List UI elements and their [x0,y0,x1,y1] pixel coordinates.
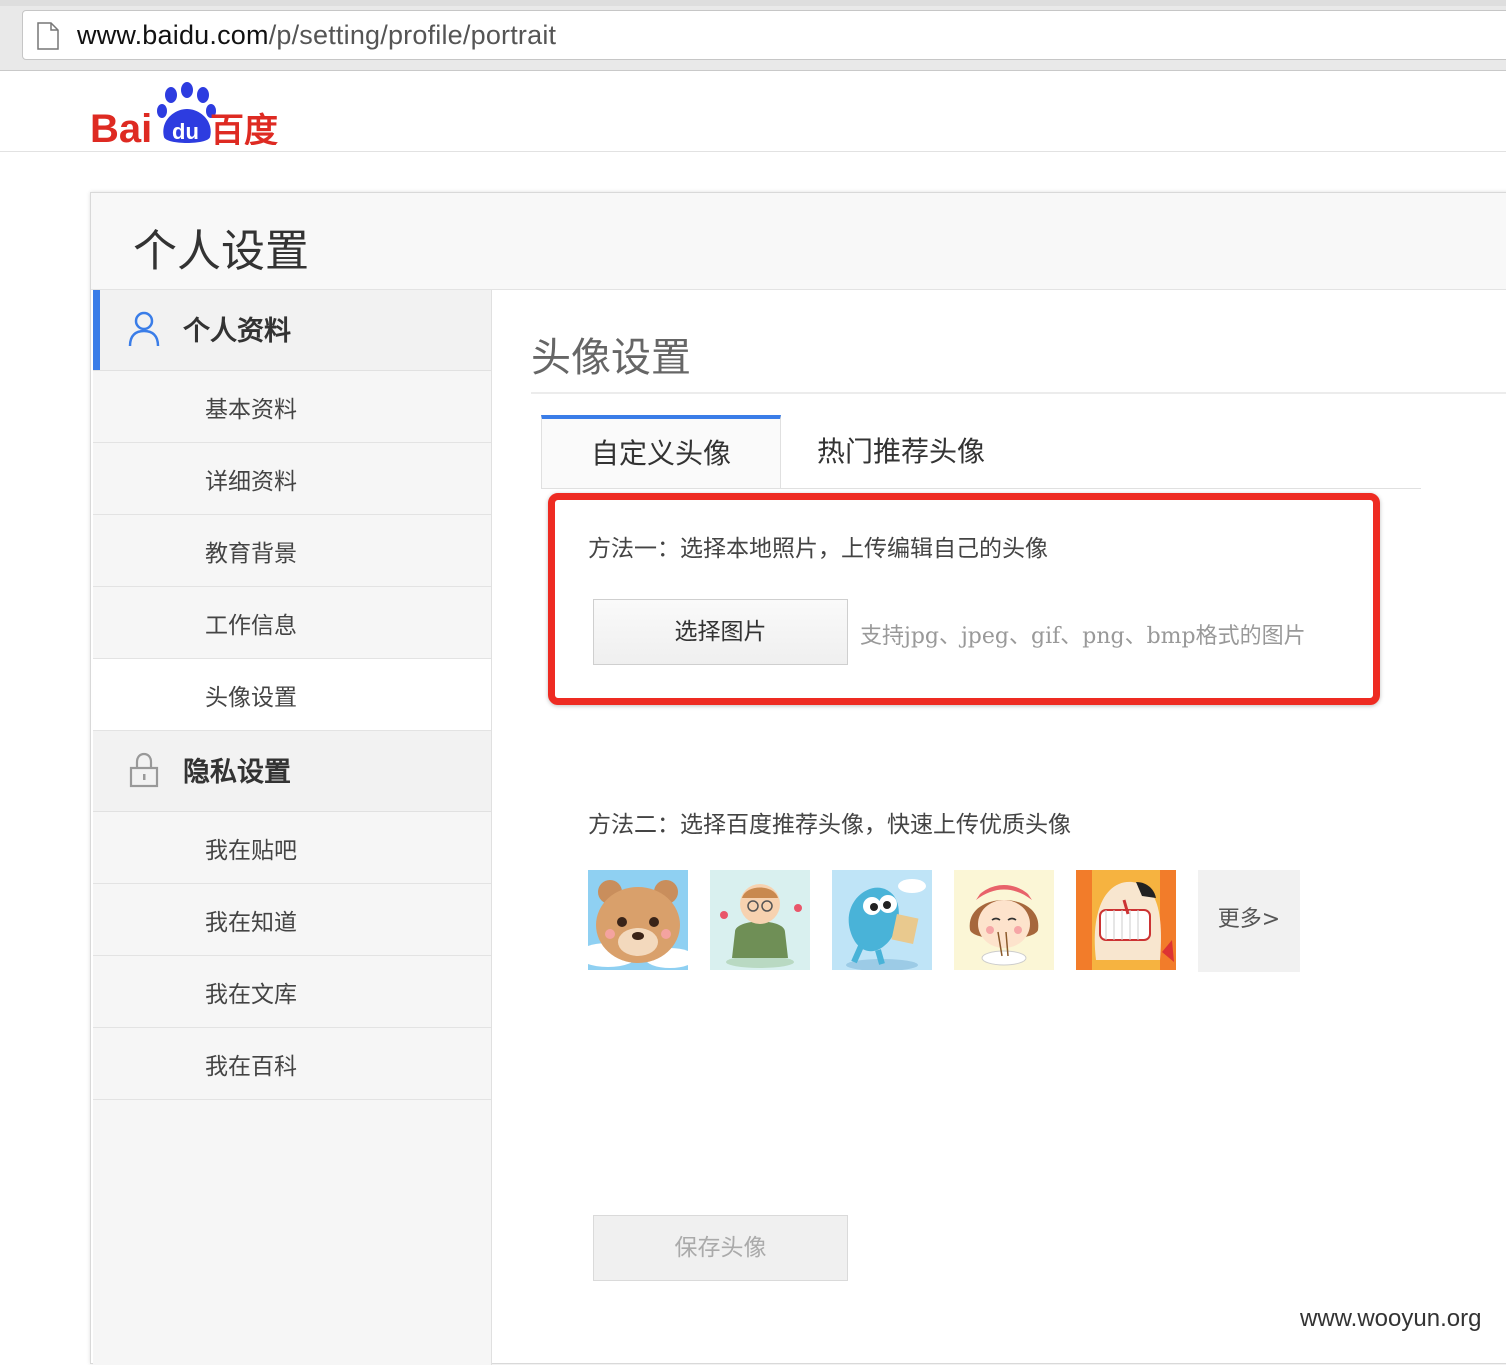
sidebar-item-zhidao[interactable]: 我在知道 [93,884,491,956]
sidebar-item-education[interactable]: 教育背景 [93,515,491,587]
laughing-man-avatar[interactable] [1076,870,1176,970]
page-title: 个人设置 [133,226,309,277]
girl-eating-avatar[interactable] [954,870,1054,970]
page-icon [37,22,59,50]
svg-text:百度: 百度 [210,111,278,145]
bear-avatar[interactable] [588,870,688,970]
tab-recommended-avatar[interactable]: 热门推荐头像 [781,415,1021,488]
more-avatars-button[interactable]: 更多> [1198,870,1300,972]
svg-text:Bai: Bai [90,107,152,145]
sidebar-item-label: 详细资料 [205,469,297,495]
site-header: Bai du 百度 [0,71,1506,152]
sidebar-item-work[interactable]: 工作信息 [93,587,491,659]
sidebar-group-label: 隐私设置 [183,757,291,788]
divider [531,392,1506,394]
settings-panel: 个人设置 个人资料 基本资料 详细资料 教育背景 工作信息 头像设置 隐私设置 … [90,192,1506,1365]
url-host: www.baidu.com [77,20,269,50]
sidebar-item-portrait[interactable]: 头像设置 [93,659,491,731]
url-text: www.baidu.com/p/setting/profile/portrait [77,20,556,51]
browser-tab-strip [0,0,1506,6]
method-two-text: 方法二：选择百度推荐头像，快速上传优质头像 [588,812,1071,838]
grandpa-avatar[interactable] [710,870,810,970]
user-icon [128,311,160,347]
baidu-logo[interactable]: Bai du 百度 [90,79,280,145]
sidebar-item-detail-info[interactable]: 详细资料 [93,443,491,515]
sidebar-item-label: 我在贴吧 [205,838,297,864]
browser-toolbar: www.baidu.com/p/setting/profile/portrait [0,0,1506,71]
url-path: /p/setting/profile/portrait [268,20,557,50]
section-title: 头像设置 [531,335,691,381]
address-bar[interactable]: www.baidu.com/p/setting/profile/portrait [22,10,1506,60]
sidebar-group-label: 个人资料 [183,316,291,347]
sidebar-group-profile[interactable]: 个人资料 [93,290,491,371]
svg-text:du: du [172,119,199,144]
blue-creature-avatar[interactable] [832,870,932,970]
sidebar-group-privacy[interactable]: 隐私设置 [93,731,491,812]
lock-icon [129,752,159,788]
method-one-text: 方法一：选择本地照片，上传编辑自己的头像 [588,536,1048,562]
sidebar-item-label: 基本资料 [205,397,297,423]
panel-header: 个人设置 [91,193,1506,290]
sidebar-item-tieba[interactable]: 我在贴吧 [93,812,491,884]
sidebar-item-wenku[interactable]: 我在文库 [93,956,491,1028]
sidebar-item-label: 工作信息 [205,613,297,639]
sidebar: 个人资料 基本资料 详细资料 教育背景 工作信息 头像设置 隐私设置 我在贴吧 … [93,290,492,1365]
sidebar-item-label: 头像设置 [205,685,297,711]
choose-image-button[interactable]: 选择图片 [593,599,848,665]
sidebar-item-label: 我在知道 [205,910,297,936]
save-avatar-button[interactable]: 保存头像 [593,1215,848,1281]
sidebar-item-basic-info[interactable]: 基本资料 [93,371,491,443]
tab-bar: 自定义头像 热门推荐头像 [541,415,1421,489]
sidebar-item-label: 教育背景 [205,541,297,567]
sidebar-item-label: 我在百科 [205,1054,297,1080]
sidebar-item-label: 我在文库 [205,982,297,1008]
watermark: www.wooyun.org [1300,1305,1482,1332]
tab-custom-avatar[interactable]: 自定义头像 [541,415,781,488]
supported-formats-text: 支持jpg、jpeg、gif、png、bmp格式的图片 [860,624,1306,649]
sidebar-item-baike[interactable]: 我在百科 [93,1028,491,1100]
